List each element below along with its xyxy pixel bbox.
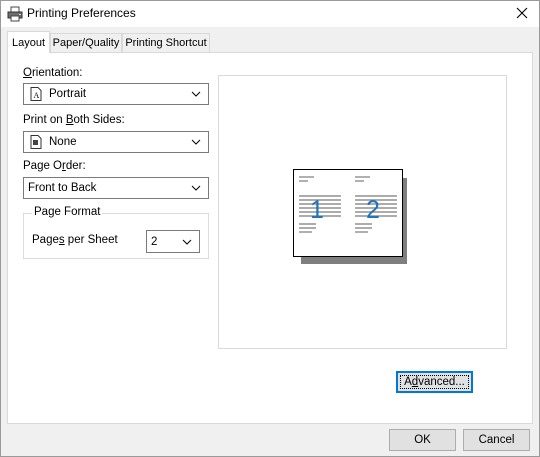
page-order-select[interactable]: Front to Back (23, 177, 209, 199)
pages-per-sheet-value: 2 (151, 235, 158, 248)
portrait-page-icon: A (29, 87, 43, 101)
both-sides-label: Print on Both Sides: (23, 114, 125, 126)
orientation-label: Orientation: (23, 67, 83, 79)
chevron-down-icon (188, 134, 204, 150)
both-sides-select[interactable]: None (23, 131, 209, 153)
advanced-button[interactable]: Advanced... (396, 371, 473, 393)
close-button[interactable] (505, 1, 539, 27)
advanced-button-label: Advanced... (404, 376, 465, 388)
close-icon (516, 7, 528, 22)
page-format-group: Page Format Pages per Sheet 2 (23, 206, 209, 259)
tab-strip: Layout Paper/Quality Printing Shortcut (7, 31, 532, 53)
svg-text:A: A (34, 91, 40, 100)
layout-preview: 1 2 (218, 75, 507, 349)
preview-page-number-2: 2 (366, 196, 380, 224)
orientation-value: Portrait (49, 88, 87, 100)
tab-paper-quality[interactable]: Paper/Quality (50, 33, 122, 52)
page-order-label: Page Order: (23, 160, 86, 172)
cancel-button[interactable]: Cancel (463, 429, 530, 451)
window-title: Printing Preferences (27, 6, 136, 20)
printing-preferences-dialog: Printing Preferences Layout Paper/Qualit… (0, 0, 540, 457)
chevron-down-icon (179, 234, 195, 250)
page-order-value: Front to Back (28, 182, 97, 194)
tab-printing-shortcut[interactable]: Printing Shortcut (122, 33, 210, 52)
preview-page-number-1: 1 (310, 196, 324, 224)
title-bar: Printing Preferences (1, 1, 539, 27)
preview-sheet: 1 2 (293, 169, 403, 257)
both-sides-value: None (49, 136, 77, 148)
pages-per-sheet-select[interactable]: 2 (146, 230, 200, 253)
tab-layout[interactable]: Layout (7, 31, 50, 53)
duplex-none-icon (29, 135, 43, 149)
orientation-select[interactable]: A Portrait (23, 83, 209, 105)
chevron-down-icon (188, 180, 204, 196)
pages-per-sheet-label: Pages per Sheet (32, 234, 118, 246)
ok-button[interactable]: OK (389, 429, 456, 451)
printer-icon (7, 6, 23, 22)
layout-tab-panel: Orientation: A Portrait Print on Both Si… (7, 52, 533, 424)
chevron-down-icon (188, 86, 204, 102)
page-format-title: Page Format (32, 206, 103, 218)
